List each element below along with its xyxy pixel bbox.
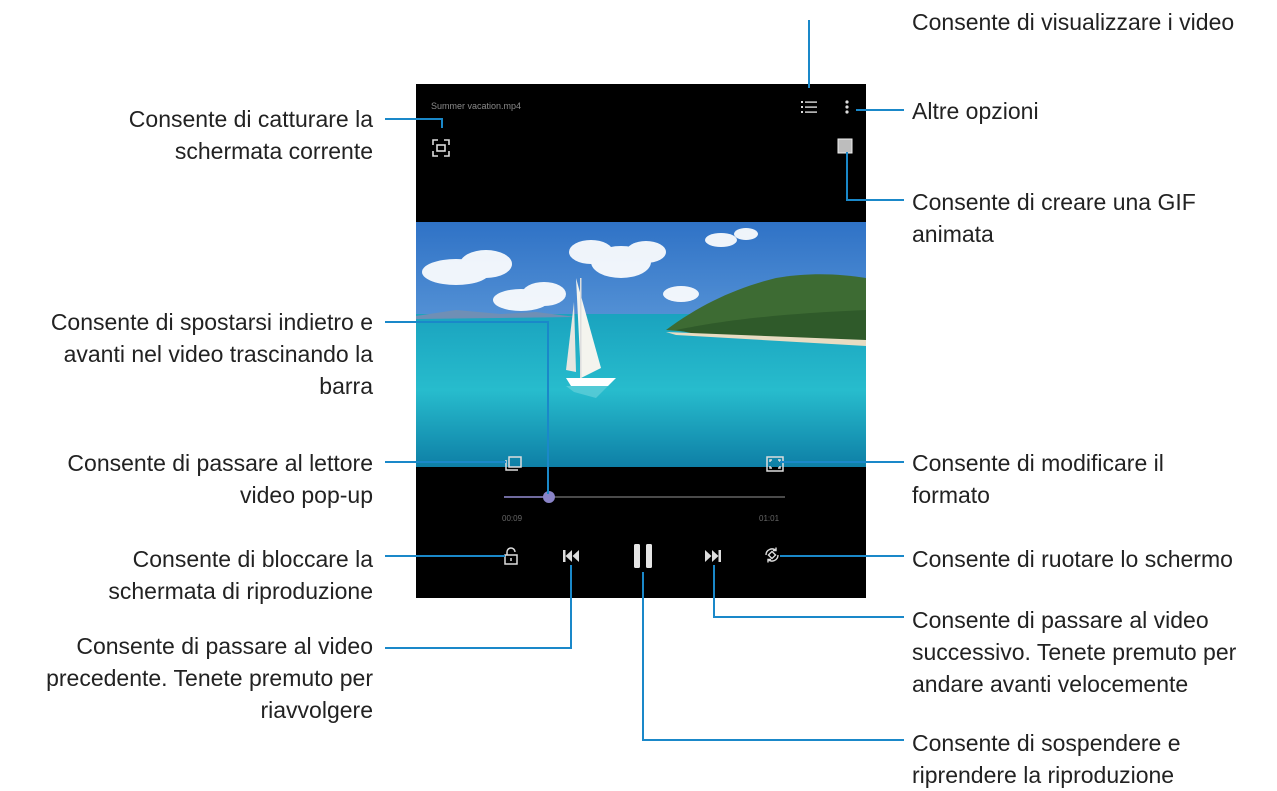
playlist-icon[interactable] bbox=[800, 98, 818, 116]
callout-ratio: Consente di modificare il formato bbox=[912, 450, 1164, 508]
callout-more-options: Altre opzioni bbox=[912, 98, 1039, 124]
more-options-icon[interactable] bbox=[842, 98, 852, 116]
gif-icon[interactable] bbox=[837, 138, 853, 154]
callout-seek: Consente di spostarsi indietro e avanti … bbox=[50, 309, 373, 399]
time-total: 01:01 bbox=[759, 514, 780, 523]
callout-next: Consente di passare al video successivo.… bbox=[912, 607, 1237, 697]
seek-bar[interactable] bbox=[502, 487, 787, 507]
lock-icon[interactable] bbox=[503, 546, 519, 566]
callout-view-videos: Consente di visualizzare i video bbox=[912, 9, 1235, 35]
seek-thumb[interactable] bbox=[542, 491, 555, 503]
callout-popup: Consente di passare al lettore video pop… bbox=[67, 450, 373, 508]
screen-capture-icon[interactable] bbox=[431, 138, 451, 158]
pause-icon[interactable] bbox=[631, 542, 655, 570]
callout-gif: Consente di creare una GIF animata bbox=[912, 189, 1196, 247]
callout-previous: Consente di passare al video precedente.… bbox=[46, 633, 373, 723]
screen-ratio-icon[interactable] bbox=[766, 456, 784, 472]
video-player-screen: Summer vacation.mp4 00:09 01:01 bbox=[416, 84, 866, 598]
previous-icon[interactable] bbox=[562, 548, 580, 564]
callout-capture: Consente di catturare la schermata corre… bbox=[128, 106, 373, 164]
popup-player-icon[interactable] bbox=[504, 456, 522, 472]
callout-lock: Consente di bloccare la schermata di rip… bbox=[108, 546, 373, 604]
callout-rotate: Consente di ruotare lo schermo bbox=[912, 546, 1233, 572]
rotate-icon[interactable] bbox=[763, 546, 781, 564]
time-elapsed: 00:09 bbox=[502, 514, 523, 523]
video-frame[interactable] bbox=[416, 222, 866, 467]
video-title: Summer vacation.mp4 bbox=[431, 101, 522, 111]
callout-pause: Consente di sospendere e riprendere la r… bbox=[912, 730, 1181, 788]
next-icon[interactable] bbox=[704, 548, 722, 564]
